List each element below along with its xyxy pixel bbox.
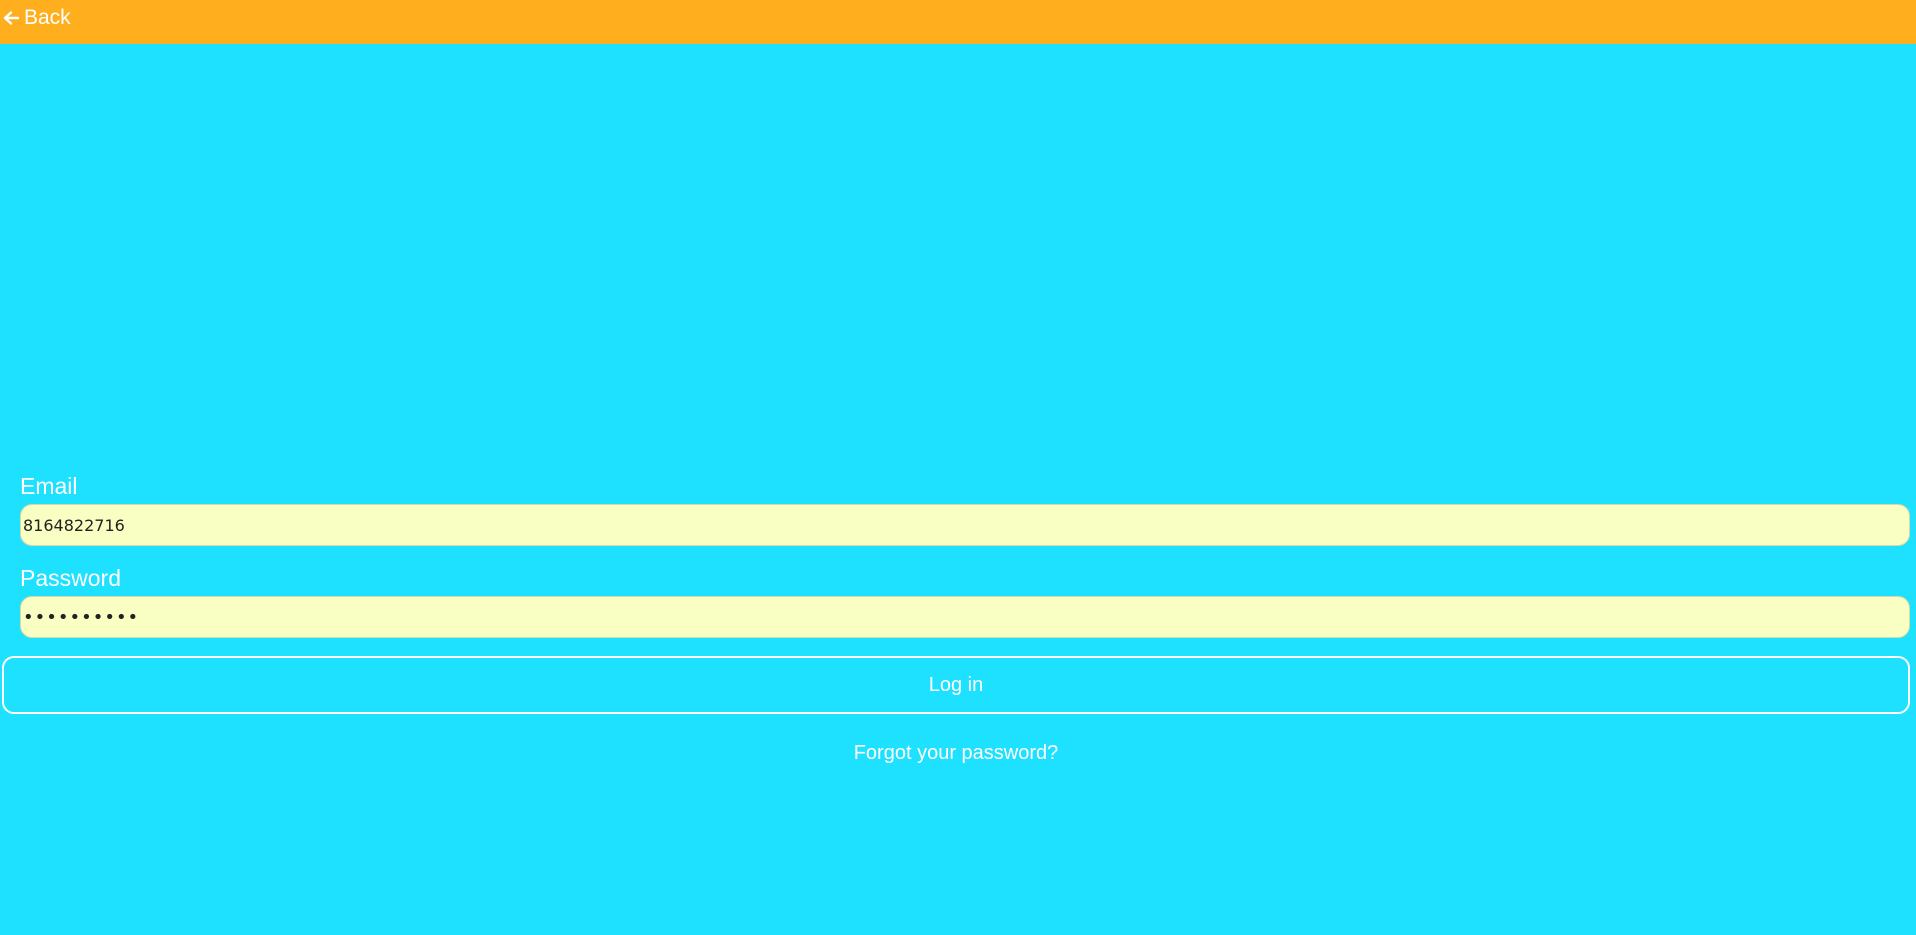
back-link[interactable]: Back xyxy=(2,5,71,31)
back-label: Back xyxy=(24,6,71,29)
email-field[interactable] xyxy=(20,504,1910,546)
top-bar: Back xyxy=(0,0,1916,44)
email-label: Email xyxy=(20,473,78,499)
password-field[interactable] xyxy=(20,596,1910,638)
arrow-left-icon xyxy=(3,11,20,25)
forgot-password-link[interactable]: Forgot your password? xyxy=(0,742,1912,765)
login-button[interactable]: Log in xyxy=(2,656,1910,714)
password-label: Password xyxy=(20,565,121,591)
